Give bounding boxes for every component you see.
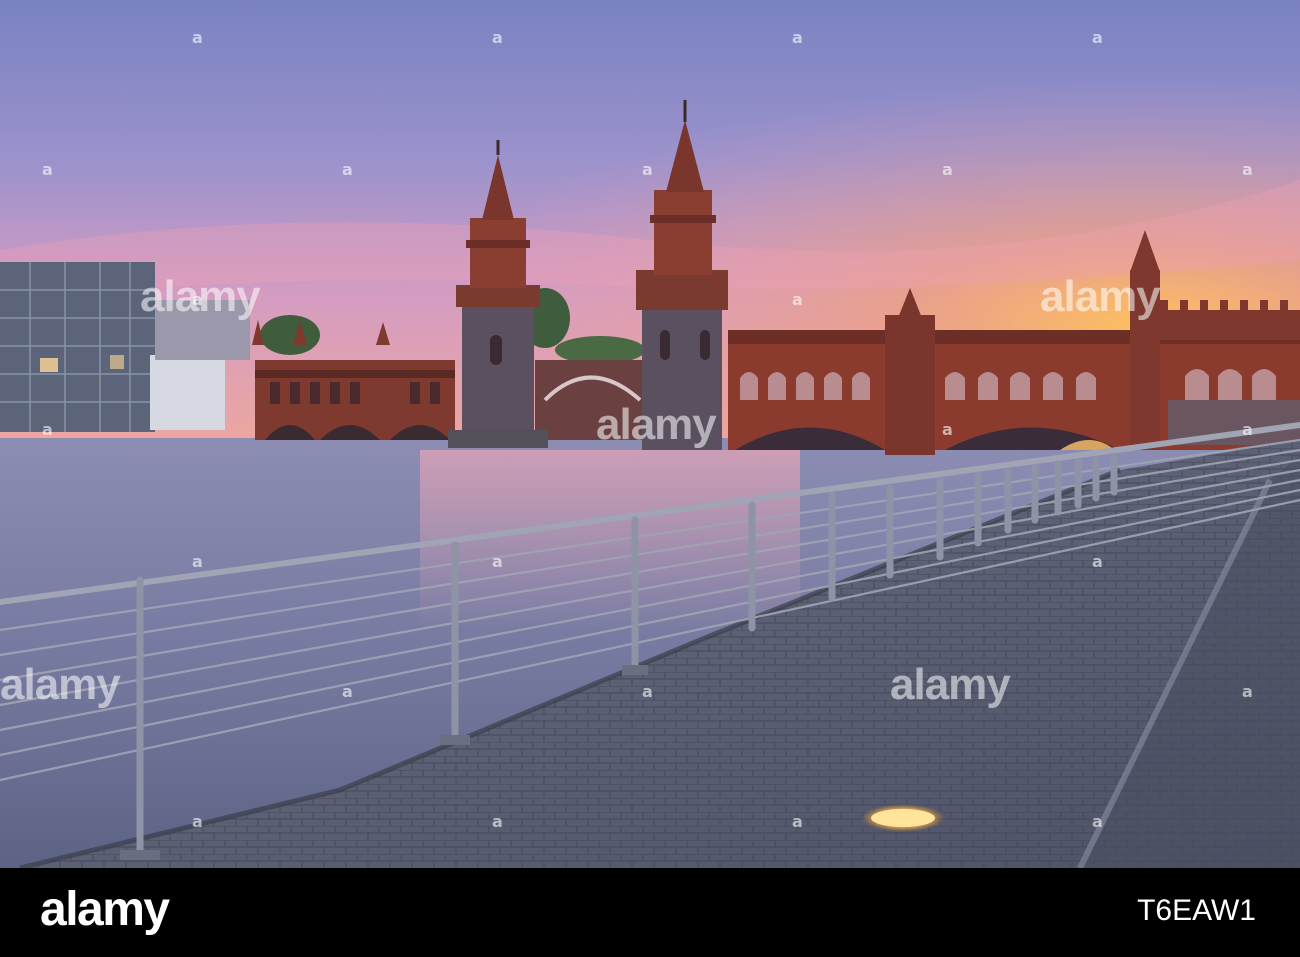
footer-bar: alamy T6EAW1: [0, 868, 1300, 957]
alamy-logo[interactable]: alamy: [40, 886, 170, 934]
image-id: T6EAW1: [1137, 894, 1256, 927]
photo: alamy alamy alamy alamy alamy a a a a a …: [0, 0, 1300, 868]
